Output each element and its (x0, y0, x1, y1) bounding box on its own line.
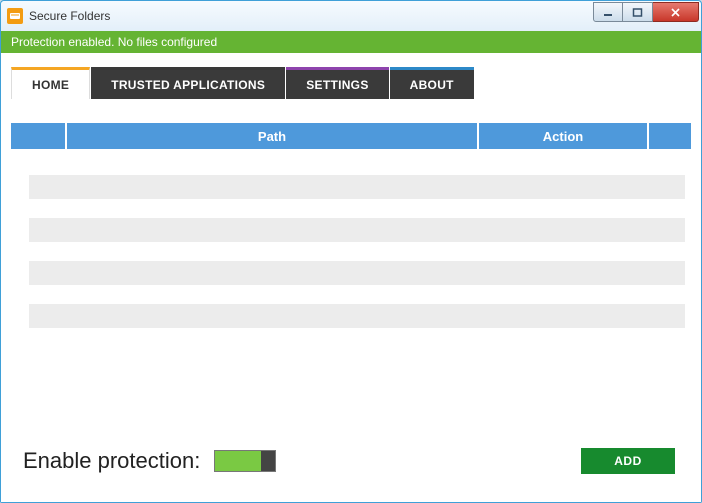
app-icon (7, 8, 23, 24)
status-bar: Protection enabled. No files configured (1, 31, 701, 53)
toggle-knob (261, 451, 275, 471)
table-row[interactable] (29, 261, 685, 285)
column-header-action[interactable]: Action (479, 123, 649, 149)
close-button[interactable] (653, 2, 699, 22)
enable-protection-toggle[interactable] (214, 450, 276, 472)
titlebar: Secure Folders (1, 1, 701, 31)
toggle-on-track (215, 451, 261, 471)
tab-home[interactable]: HOME (11, 67, 90, 99)
column-header-extra[interactable] (649, 123, 691, 149)
column-header-icon[interactable] (11, 123, 67, 149)
table-row[interactable] (29, 175, 685, 199)
minimize-button[interactable] (593, 2, 623, 22)
table-header: Path Action (11, 123, 691, 149)
tab-about[interactable]: ABOUT (390, 67, 474, 99)
column-header-path[interactable]: Path (67, 123, 479, 149)
tab-settings[interactable]: SETTINGS (286, 67, 388, 99)
footer: Enable protection: ADD (11, 436, 691, 492)
maximize-button[interactable] (623, 2, 653, 22)
table-body (11, 149, 691, 436)
body: HOME TRUSTED APPLICATIONS SETTINGS ABOUT… (1, 53, 701, 502)
enable-protection-label: Enable protection: (23, 448, 200, 474)
add-button[interactable]: ADD (581, 448, 675, 474)
window-controls (593, 2, 699, 22)
tab-trusted-applications[interactable]: TRUSTED APPLICATIONS (91, 67, 285, 99)
table-row[interactable] (29, 218, 685, 242)
status-text: Protection enabled. No files configured (11, 35, 217, 49)
tab-bar: HOME TRUSTED APPLICATIONS SETTINGS ABOUT (11, 67, 691, 99)
table-row[interactable] (29, 304, 685, 328)
rules-table: Path Action (11, 123, 691, 436)
app-window: Secure Folders Protection enabled. No fi… (0, 0, 702, 503)
window-title: Secure Folders (29, 9, 110, 23)
